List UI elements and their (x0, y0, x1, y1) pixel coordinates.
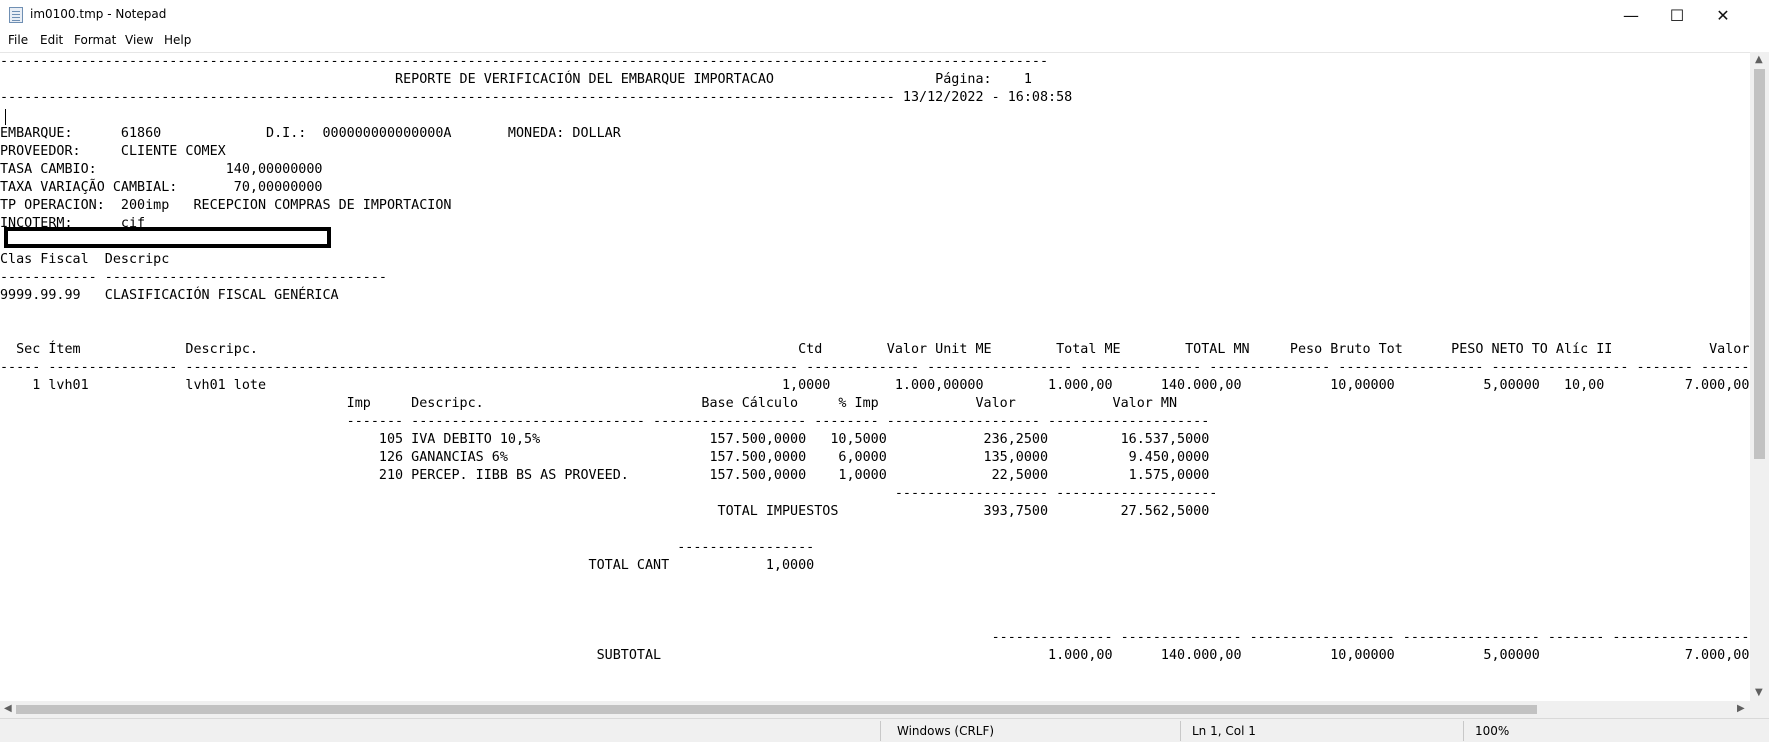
editor-line: TAXA VARIAÇÃO CAMBIAL: 70,00000000 (0, 180, 323, 195)
editor-line: ------- ----------------------------- --… (0, 414, 1210, 429)
editor-line: 1 lvh01 lvh01 lote 1,0000 1.000,00000 1.… (0, 378, 1750, 393)
editor-line: --------------- --------------- --------… (0, 630, 1750, 645)
horizontal-scroll-thumb[interactable] (16, 705, 1537, 714)
editor-line: EMBARQUE: 61860 D.I.: 000000000000000A M… (0, 126, 621, 141)
status-separator (880, 721, 881, 741)
title-bar: im0100.tmp - Notepad — ☐ ✕ (0, 0, 1769, 30)
editor-line: Clas Fiscal Descripc (0, 252, 170, 267)
menu-format[interactable]: Format (74, 33, 116, 47)
menu-help[interactable]: Help (164, 33, 191, 47)
editor-line: TP OPERACION: 200imp RECEPCION COMPRAS D… (0, 198, 452, 213)
scroll-left-icon[interactable]: ◀ (4, 703, 12, 714)
editor-line: TOTAL IMPUESTOS 393,7500 27.562,5000 (0, 504, 1210, 519)
status-cursor-position: Ln 1, Col 1 (1192, 724, 1256, 738)
editor-line: Imp Descripc. Base Cálculo % Imp Valor V… (0, 396, 1178, 411)
editor-line: REPORTE DE VERIFICACIÓN DEL EMBARQUE IMP… (0, 72, 1032, 87)
editor-line: 210 PERCEP. IIBB BS AS PROVEED. 157.500,… (0, 468, 1210, 483)
minimize-button[interactable]: — (1608, 0, 1654, 30)
status-separator (1180, 721, 1181, 741)
vertical-scrollbar[interactable]: ▲ ▼ (1750, 52, 1769, 701)
editor-line: ----- ---------------- -----------------… (0, 360, 1750, 375)
editor-line: ----------------------------------------… (0, 90, 1073, 105)
scroll-right-icon[interactable]: ▶ (1737, 703, 1745, 714)
editor-line: 9999.99.99 CLASIFICACIÓN FISCAL GENÉRICA (0, 288, 339, 303)
close-button[interactable]: ✕ (1700, 0, 1746, 30)
window-title: im0100.tmp - Notepad (30, 7, 167, 21)
scrollbar-corner (1750, 701, 1769, 718)
editor-line: PROVEEDOR: CLIENTE COMEX (0, 144, 226, 159)
editor-line: 126 GANANCIAS 6% 157.500,0000 6,0000 135… (0, 450, 1210, 465)
editor-line: SUBTOTAL 1.000,00 140.000,00 10,00000 5,… (0, 648, 1750, 663)
vertical-scroll-thumb[interactable] (1754, 69, 1765, 459)
menu-view[interactable]: View (125, 33, 153, 47)
editor-line: 105 IVA DEBITO 10,5% 157.500,0000 10,500… (0, 432, 1210, 447)
editor-line: ----------------- (0, 540, 815, 555)
text-editor[interactable]: ----------------------------------------… (0, 52, 1750, 702)
scroll-down-icon[interactable]: ▼ (1755, 687, 1763, 698)
menu-bar: File Edit Format View Help (0, 30, 1769, 52)
status-separator (1463, 721, 1464, 741)
editor-line: TASA CAMBIO: 140,00000000 (0, 162, 323, 177)
notepad-icon (9, 7, 23, 23)
editor-line: ------------ ---------------------------… (0, 270, 387, 285)
text-caret (5, 109, 6, 125)
annotation-highlight-box (4, 227, 331, 248)
horizontal-scrollbar[interactable]: ◀ ▶ (0, 701, 1750, 718)
editor-line: ------------------- -------------------- (0, 486, 1218, 501)
menu-file[interactable]: File (8, 33, 28, 47)
status-zoom: 100% (1475, 724, 1510, 738)
editor-line: ----------------------------------------… (0, 54, 1049, 69)
editor-line: Sec Ítem Descripc. Ctd Valor Unit ME Tot… (0, 342, 1750, 357)
status-bar: Windows (CRLF) Ln 1, Col 1 100% (0, 718, 1769, 742)
scroll-up-icon[interactable]: ▲ (1755, 54, 1763, 65)
editor-line: TOTAL CANT 1,0000 (0, 558, 815, 573)
status-line-ending: Windows (CRLF) (897, 724, 995, 738)
menu-edit[interactable]: Edit (40, 33, 63, 47)
maximize-button[interactable]: ☐ (1654, 0, 1700, 30)
